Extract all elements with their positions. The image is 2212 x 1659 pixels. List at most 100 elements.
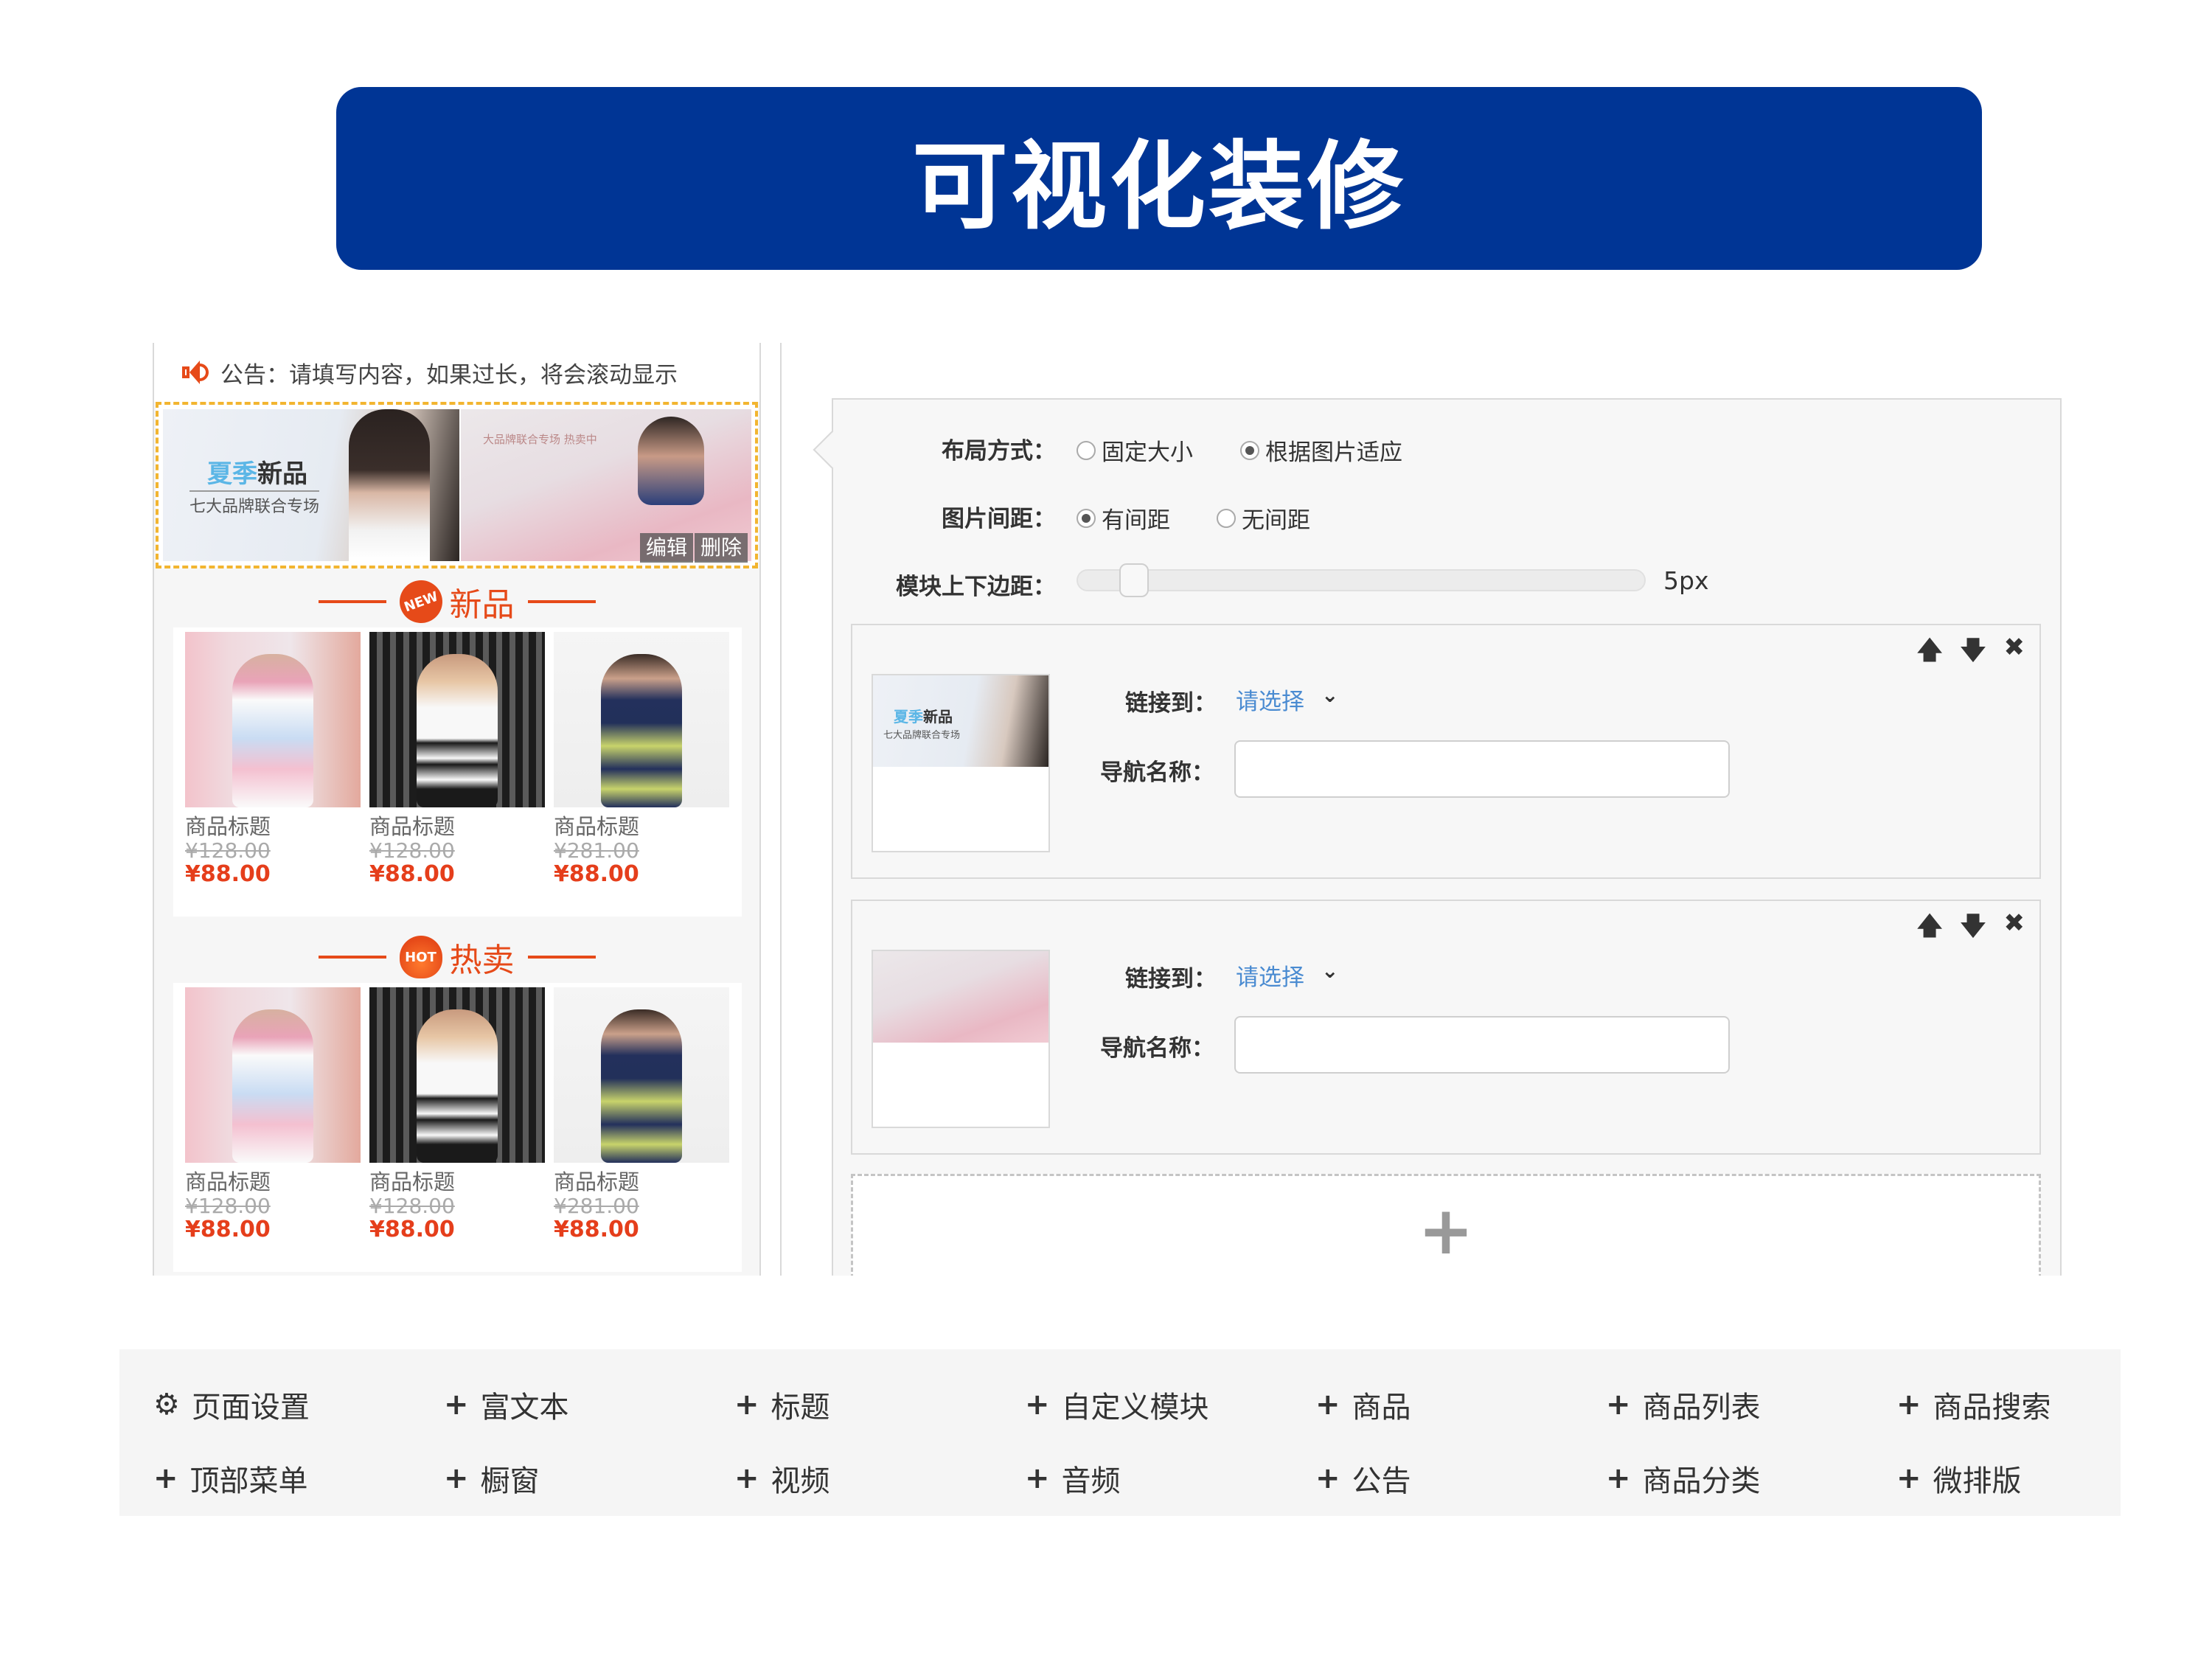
slide-item: 🡅 🡇 ✖ 链接到： 请选择 ⌄ 导航名称：: [851, 900, 2041, 1155]
goods-name: 商品标题: [554, 1169, 640, 1194]
toolbar-item-top-menu[interactable]: + 顶部菜单: [153, 1457, 308, 1500]
goods-list: 商品标题 ¥128.00 ¥88.00 商品标题 ¥128.00 ¥88.00 …: [173, 627, 742, 917]
layout-option-fixed[interactable]: 固定大小: [1077, 434, 1193, 467]
toolbar-item-goods-list[interactable]: + 商品列表: [1606, 1383, 1761, 1426]
plus-icon: +: [1896, 1461, 1921, 1495]
toolbar-label: 商品列表: [1642, 1391, 1761, 1425]
thumb-title: 新品: [923, 708, 953, 726]
title-banner: 可视化装修: [336, 87, 1982, 270]
goods-price: ¥88.00: [369, 861, 455, 887]
toolbar-label: 页面设置: [191, 1391, 310, 1425]
spacing-option-none[interactable]: 无间距: [1217, 501, 1310, 535]
move-down-icon[interactable]: 🡇: [1961, 633, 1986, 675]
close-icon[interactable]: ✖: [2004, 908, 2025, 950]
thumb-highlight: 夏季: [894, 708, 923, 726]
speaker-icon: [181, 358, 210, 387]
image-slider-module[interactable]: 夏季新品 七大品牌联合专场 大品牌联合专场 热卖中 编辑 删除: [156, 402, 758, 568]
link-select[interactable]: 请选择: [1236, 683, 1304, 716]
toolbar-label: 富文本: [480, 1391, 569, 1425]
goods-price: ¥88.00: [554, 1217, 639, 1242]
slide-item: 🡅 🡇 ✖ 夏季新品 七大品牌联合专场 链接到： 请选择 ⌄ 导航名称：: [851, 624, 2041, 879]
toolbar-item-page-settings[interactable]: ⚙ 页面设置: [153, 1383, 310, 1426]
toolbar-item-goods-search[interactable]: + 商品搜索: [1896, 1383, 2051, 1426]
toolbar-item-custom-module[interactable]: + 自定义模块: [1025, 1383, 1209, 1426]
plus-icon: +: [1025, 1461, 1050, 1495]
goods-price: ¥88.00: [185, 861, 271, 887]
goods-old-price: ¥128.00: [369, 1194, 455, 1218]
toolbar-item-audio[interactable]: + 音频: [1025, 1457, 1121, 1500]
toolbar-label: 音频: [1061, 1464, 1121, 1498]
chevron-down-icon[interactable]: ⌄: [1321, 959, 1338, 983]
page-title: 可视化装修: [911, 131, 1406, 243]
move-up-icon[interactable]: 🡅: [1917, 633, 1943, 675]
section-title-text: 热卖: [449, 942, 515, 979]
nav-name-label: 导航名称：: [1100, 1035, 1214, 1062]
banner-image-summer: 夏季新品 七大品牌联合专场: [163, 409, 459, 561]
goods-card[interactable]: 商品标题 ¥128.00 ¥88.00: [185, 632, 361, 887]
link-select[interactable]: 请选择: [1236, 959, 1304, 992]
plus-icon: +: [1315, 1461, 1340, 1495]
radio-label: 有间距: [1102, 507, 1170, 534]
delete-button[interactable]: 删除: [694, 533, 748, 563]
toolbar-item-goods-category[interactable]: + 商品分类: [1606, 1457, 1761, 1500]
add-item-area[interactable]: +: [851, 1174, 2041, 1292]
margin-slider-handle[interactable]: [1119, 563, 1149, 597]
nav-name-label: 导航名称：: [1100, 759, 1214, 786]
goods-card[interactable]: 商品标题 ¥128.00 ¥88.00: [369, 632, 545, 887]
goods-price: ¥88.00: [369, 1217, 455, 1242]
plus-icon: +: [734, 1461, 759, 1495]
mobile-preview: 公告：请填写内容，如果过长，将会滚动显示 夏季新品 七大品牌联合专场 大品牌联合…: [153, 343, 761, 1276]
edit-button[interactable]: 编辑: [639, 533, 693, 563]
toolbar-label: 公告: [1352, 1464, 1411, 1498]
module-actions: 编辑 删除: [639, 533, 748, 563]
toolbar-label: 商品搜索: [1933, 1391, 2051, 1425]
goods-name: 商品标题: [369, 1169, 456, 1194]
goods-old-price: ¥128.00: [185, 1194, 271, 1218]
goods-price: ¥88.00: [554, 861, 639, 887]
goods-old-price: ¥281.00: [554, 838, 639, 863]
toolbar-item-micro-layout[interactable]: + 微排版: [1896, 1457, 2022, 1500]
toolbar-label: 微排版: [1933, 1464, 2022, 1498]
toolbar-item-title[interactable]: + 标题: [734, 1383, 830, 1426]
plus-icon: +: [1025, 1388, 1050, 1422]
new-badge-icon: NEW: [393, 574, 448, 630]
goods-name: 商品标题: [369, 814, 456, 839]
nav-name-input[interactable]: [1234, 740, 1730, 798]
layout-option-adaptive[interactable]: 根据图片适应: [1240, 434, 1402, 467]
hot-badge-icon: HOT: [399, 936, 442, 978]
slide-thumbnail[interactable]: 夏季新品 七大品牌联合专场: [872, 674, 1050, 852]
toolbar-label: 标题: [771, 1391, 830, 1425]
banner-subtitle: 七大品牌联合专场: [189, 490, 320, 517]
item-tools: 🡅 🡇 ✖: [1899, 908, 2025, 950]
goods-card[interactable]: 商品标题 ¥128.00 ¥88.00: [185, 987, 361, 1242]
goods-price: ¥88.00: [185, 1217, 271, 1242]
banner-caption: 大品牌联合专场 热卖中: [483, 433, 597, 446]
nav-name-input[interactable]: [1234, 1016, 1730, 1074]
toolbar-label: 橱窗: [480, 1464, 540, 1498]
toolbar-label: 商品分类: [1642, 1464, 1761, 1498]
margin-slider-track[interactable]: [1077, 569, 1646, 591]
toolbar-item-goods[interactable]: + 商品: [1315, 1383, 1411, 1426]
link-label: 链接到：: [1125, 690, 1217, 717]
toolbar-label: 自定义模块: [1061, 1391, 1209, 1425]
notice-bar[interactable]: 公告：请填写内容，如果过长，将会滚动显示: [154, 343, 759, 402]
toolbar-item-rich-text[interactable]: + 富文本: [444, 1383, 569, 1426]
preview-divider: [780, 343, 782, 1276]
move-up-icon[interactable]: 🡅: [1917, 908, 1943, 950]
goods-image: [554, 632, 729, 807]
section-title-hot: HOT 热卖: [154, 933, 759, 981]
toolbar-item-video[interactable]: + 视频: [734, 1457, 830, 1500]
goods-image: [369, 632, 545, 807]
goods-card[interactable]: 商品标题 ¥128.00 ¥88.00: [369, 987, 545, 1242]
goods-old-price: ¥128.00: [369, 838, 455, 863]
toolbar-item-showcase[interactable]: + 橱窗: [444, 1457, 540, 1500]
toolbar-item-notice[interactable]: + 公告: [1315, 1457, 1411, 1500]
move-down-icon[interactable]: 🡇: [1961, 908, 1986, 950]
goods-card[interactable]: 商品标题 ¥281.00 ¥88.00: [554, 632, 729, 887]
goods-card[interactable]: 商品标题 ¥281.00 ¥88.00: [554, 987, 729, 1242]
close-icon[interactable]: ✖: [2004, 633, 2025, 675]
spacing-option-with[interactable]: 有间距: [1077, 501, 1170, 535]
link-label: 链接到：: [1125, 966, 1217, 992]
slide-thumbnail[interactable]: [872, 950, 1050, 1128]
chevron-down-icon[interactable]: ⌄: [1321, 683, 1338, 707]
